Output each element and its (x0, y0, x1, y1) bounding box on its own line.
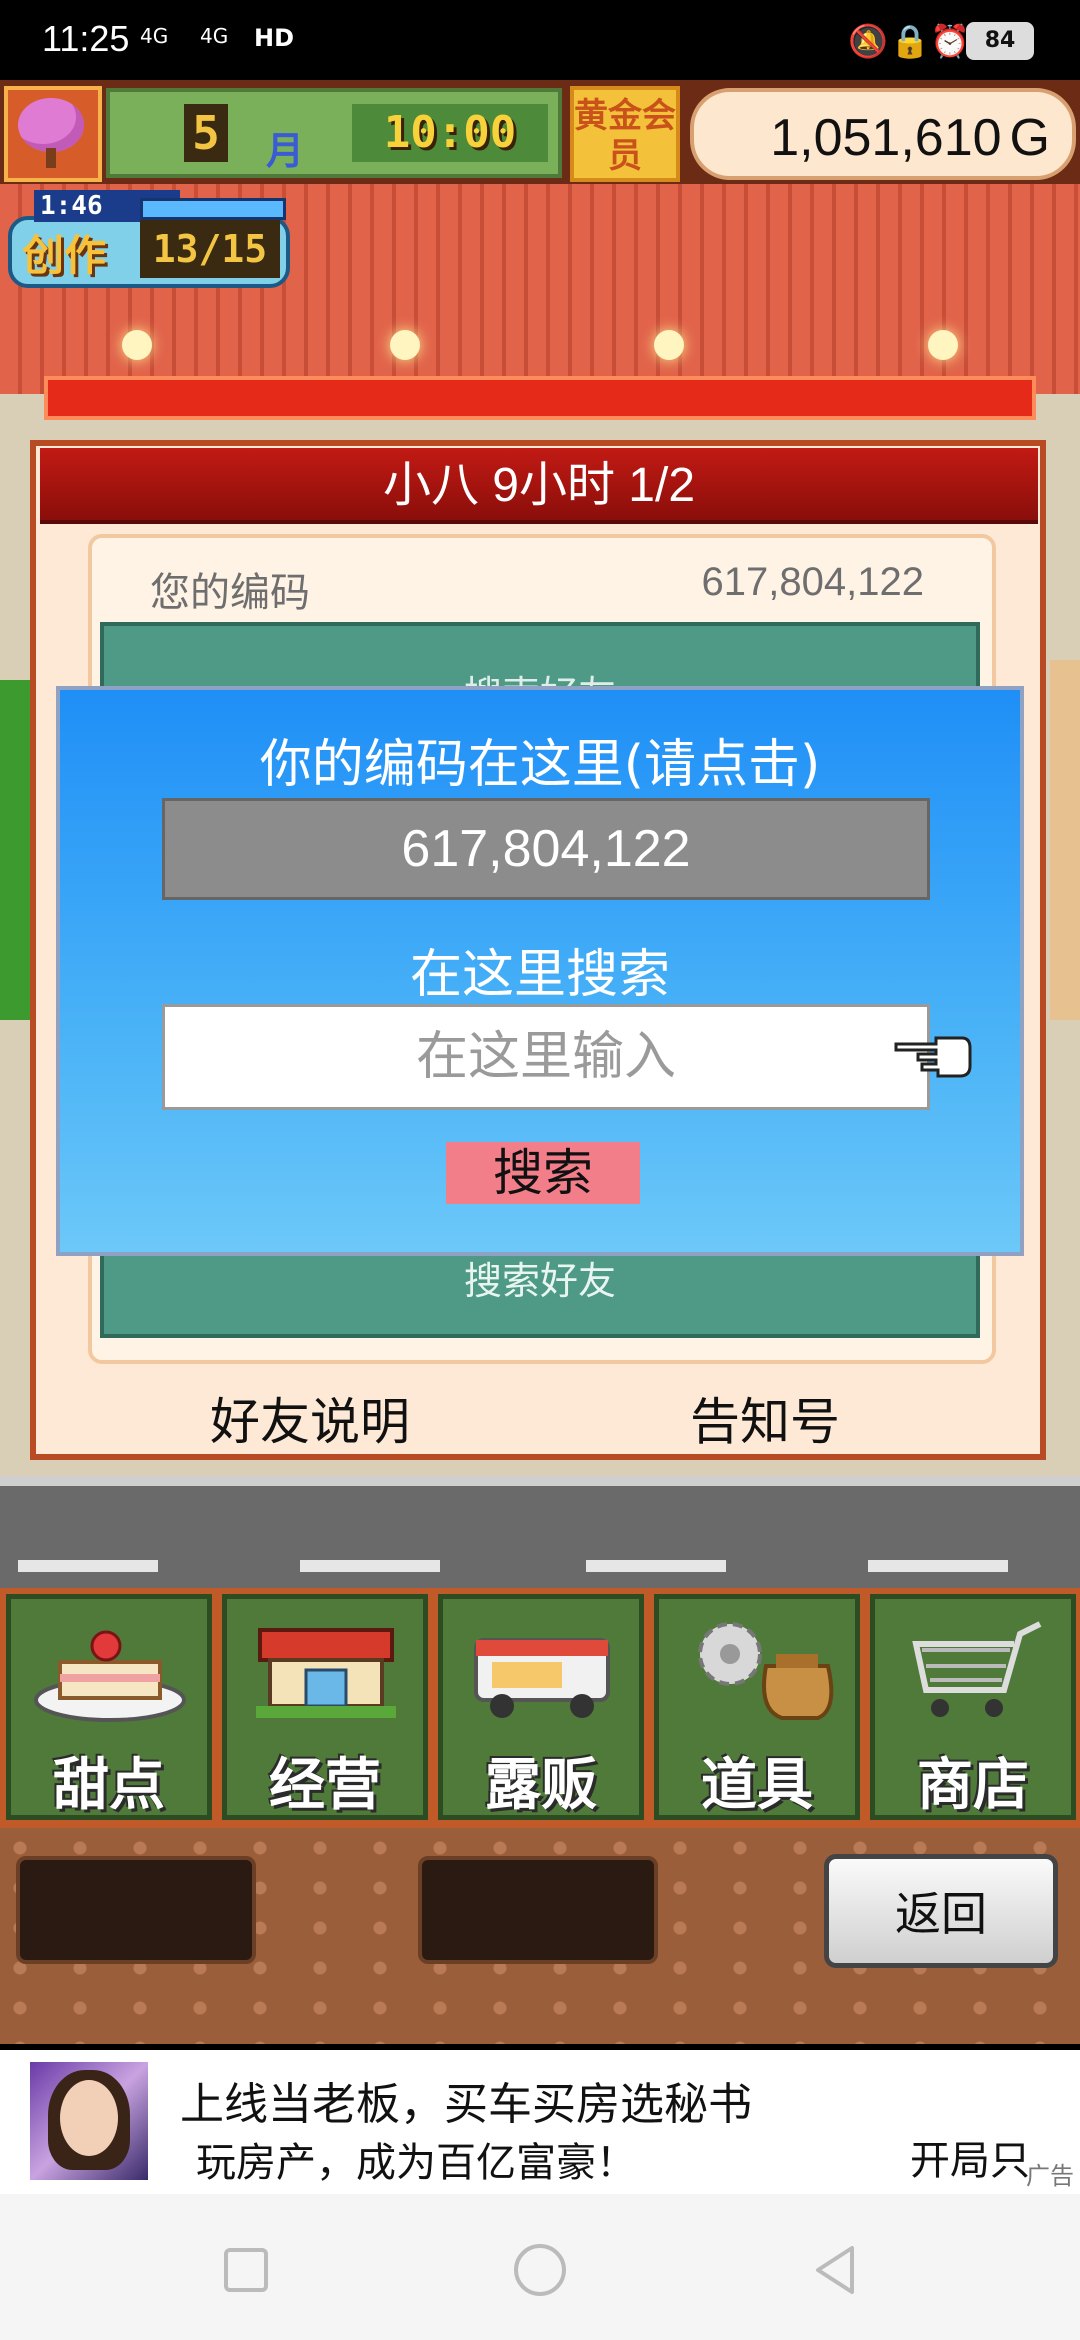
recent-apps-icon[interactable] (216, 2240, 276, 2300)
lane-marking (868, 1560, 1008, 1572)
month-label: 月 (266, 129, 305, 173)
pointing-hand-icon (894, 1036, 972, 1078)
empty-slot (418, 1856, 658, 1964)
lane-marking (586, 1560, 726, 1572)
back-nav-icon[interactable] (806, 2240, 866, 2300)
signal-icon: 4G (140, 24, 169, 48)
cake-icon (34, 1630, 186, 1722)
street-tree-left (0, 680, 30, 1020)
tree-icon (18, 98, 84, 152)
hd-icon: HD (254, 24, 295, 52)
tree-trunk-icon (46, 148, 56, 168)
signal-icon-2: 4G (200, 24, 229, 48)
shop-icon (256, 1628, 396, 1718)
search-button[interactable]: 搜索 (446, 1142, 640, 1204)
shopping-cart-icon (912, 1621, 1042, 1717)
currency-symbol: G (1009, 109, 1050, 167)
notice-button[interactable]: 告知号 (690, 1382, 840, 1454)
search-label: 在这里搜索 (409, 945, 670, 1005)
game-clock: 10:00 (352, 104, 548, 162)
search-friend-top-label: 搜索好友 (100, 664, 980, 686)
status-bar: 11:25 4G 4G HD 🔕 🔒 ⏰ 84 (0, 0, 1080, 80)
notification-off-icon: 🔕 (848, 22, 888, 60)
your-code-button[interactable]: 617,804,122 (162, 798, 930, 900)
lamp-icon (654, 330, 684, 360)
home-icon[interactable] (510, 2240, 570, 2300)
back-button[interactable]: 返回 (824, 1854, 1058, 1968)
dialog-title: 你的编码在这里(请点击) (259, 735, 821, 795)
menu-stall-label: 露贩 (485, 1753, 597, 1818)
money-display: 1,051,610 G (770, 108, 1050, 168)
status-time: 11:25 (42, 18, 130, 59)
money-amount: 1,051,610 (770, 109, 1002, 167)
create-progress-bar (140, 198, 286, 220)
menu-dessert-label: 甜点 (53, 1753, 165, 1818)
gold-member-button[interactable]: 黄金会员 (570, 86, 680, 182)
ad-title[interactable]: 上线当老板，买车买房选秘书 (180, 2068, 752, 2132)
lane-marking (300, 1560, 440, 1572)
lamp-icon (390, 330, 420, 360)
gear-bag-icon (698, 1622, 834, 1720)
ad-tag: 广告 (1026, 2162, 1074, 2190)
alarm-icon: ⏰ (930, 22, 970, 60)
lock-icon: 🔒 (890, 22, 930, 60)
road (0, 1476, 1080, 1598)
street-building-right (1050, 660, 1080, 1020)
your-code-label: 您的编码 (150, 570, 310, 616)
lamp-icon (928, 330, 958, 360)
menu-store-label: 商店 (917, 1753, 1029, 1818)
lane-marking (18, 1560, 158, 1572)
menu-manage-label: 经营 (269, 1753, 381, 1818)
ad-cta[interactable]: 开局只 (910, 2128, 1030, 2186)
your-code-value: 617,804,122 (701, 560, 924, 604)
create-count: 13/15 (140, 220, 280, 278)
food-truck-icon (474, 1638, 610, 1718)
month-number: 5 (184, 104, 228, 162)
awning-bar (44, 376, 1036, 420)
empty-slot (16, 1856, 256, 1964)
ad-avatar-face (60, 2080, 118, 2156)
menu-items-label: 道具 (701, 1753, 813, 1818)
battery-icon: 84 (966, 22, 1034, 60)
search-input[interactable] (162, 1004, 930, 1110)
lamp-icon (122, 330, 152, 360)
search-friend-button[interactable]: 搜索好友 (100, 1250, 980, 1305)
friend-help-button[interactable]: 好友说明 (210, 1382, 410, 1454)
ad-subtitle[interactable]: 玩房产，成为百亿富豪！ (196, 2130, 636, 2188)
create-label: 创作 (22, 231, 107, 280)
panel-title: 小八 9小时 1/2 (382, 459, 696, 512)
